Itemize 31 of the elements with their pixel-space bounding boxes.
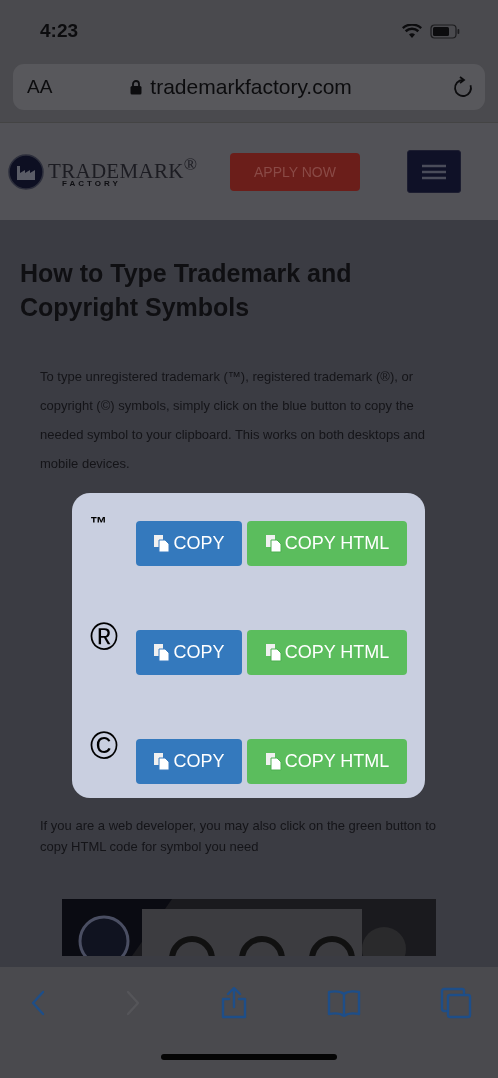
copy-html-button[interactable]: COPY HTML [247,739,407,784]
share-icon[interactable] [220,987,248,1019]
copy-button[interactable]: COPY [136,630,242,675]
symbol-glyph: ™ [90,514,108,534]
wifi-icon [402,23,422,39]
copy-button[interactable]: COPY [136,521,242,566]
copy-icon [153,534,171,553]
copy-icon [153,643,171,662]
symbol-glyph: ® [90,618,119,656]
url-text: trademarkfactory.com [150,75,353,99]
copy-icon [264,643,282,662]
tabs-icon[interactable] [440,987,472,1019]
address-bar[interactable]: AA trademarkfactory.com [13,64,485,110]
back-icon[interactable] [30,990,46,1016]
copy-button[interactable]: COPY [136,739,242,784]
copy-icon [153,752,171,771]
copy-html-button[interactable]: COPY HTML [247,521,407,566]
menu-button[interactable] [407,150,461,193]
factory-logo-icon [8,153,44,190]
logo-tagline: FACTORY [62,179,122,188]
lock-icon [130,79,143,95]
copy-icon [264,534,282,553]
reload-icon[interactable] [453,76,473,98]
copy-html-button[interactable]: COPY HTML [247,630,407,675]
symbol-glyph: © [90,727,119,765]
menu-icon [421,163,447,180]
book-icon[interactable] [327,989,361,1017]
clock-time: 4:23 [40,20,79,42]
copy-icon [264,752,282,771]
reader-button[interactable]: AA [27,76,53,98]
battery-icon [430,23,460,39]
